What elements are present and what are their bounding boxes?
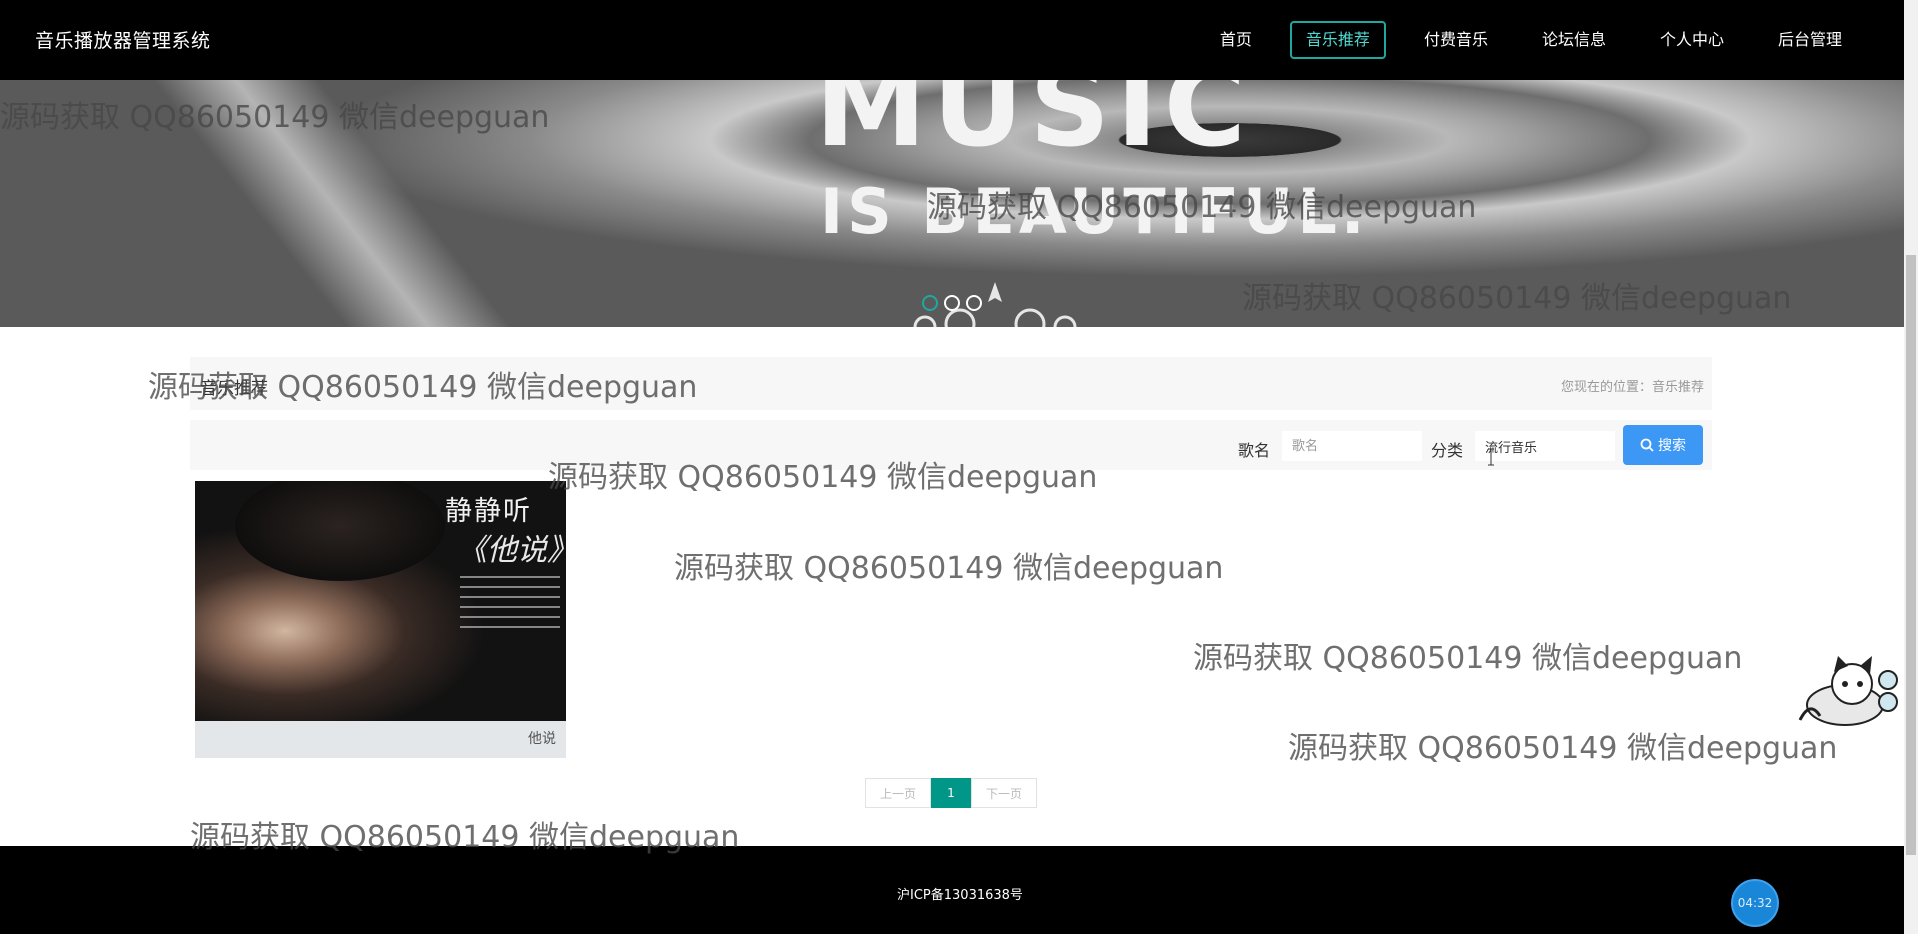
icp-record[interactable]: 沪ICP备13031638号 bbox=[897, 884, 1023, 903]
banner-light-beam bbox=[133, 80, 557, 327]
banner-subline: IS BEAUTIFUL. bbox=[820, 175, 1369, 248]
cat-mascot-icon[interactable] bbox=[1790, 650, 1905, 730]
page-title: 音乐推荐 bbox=[200, 379, 268, 399]
nav-item-profile[interactable]: 个人中心 bbox=[1644, 21, 1740, 59]
watermark-text: 源码获取 QQ86050149 微信deepguan bbox=[1193, 641, 1743, 676]
song-name-label: 歌名 bbox=[1238, 441, 1271, 460]
category-input[interactable] bbox=[1475, 431, 1615, 461]
watermark-text: 源码获取 QQ86050149 微信deepguan bbox=[1288, 731, 1838, 766]
pagination-next-button[interactable]: 下一页 bbox=[971, 778, 1037, 808]
category-label: 分类 bbox=[1431, 441, 1464, 460]
cover-title: 静静听 bbox=[445, 496, 532, 527]
song-card[interactable]: 静静听 《他说》 他说 bbox=[195, 481, 566, 758]
pagination-prev-button[interactable]: 上一页 bbox=[865, 778, 931, 808]
search-button[interactable]: 搜索 bbox=[1623, 425, 1703, 465]
breadcrumb: 您现在的位置：音乐推荐 bbox=[1560, 380, 1704, 395]
pagination-page-1[interactable]: 1 bbox=[931, 778, 971, 808]
main-nav: 首页 音乐推荐 付费音乐 论坛信息 个人中心 后台管理 bbox=[1182, 0, 1858, 80]
song-cover-image[interactable]: 静静听 《他说》 bbox=[195, 481, 566, 721]
clock-widget[interactable]: 04:32 bbox=[1731, 879, 1779, 927]
carousel-dot-2[interactable] bbox=[944, 295, 960, 311]
cover-subtitle: 《他说》 bbox=[457, 533, 566, 568]
section-title-bar bbox=[190, 357, 1712, 410]
scrollbar-thumb[interactable] bbox=[1906, 255, 1916, 855]
page-scrollbar[interactable] bbox=[1904, 0, 1918, 934]
cover-lyric-lines bbox=[460, 576, 560, 636]
carousel-dot-3[interactable] bbox=[966, 295, 982, 311]
watermark-text: 源码获取 QQ86050149 微信deepguan bbox=[674, 551, 1224, 586]
app-title[interactable]: 音乐播放器管理系统 bbox=[35, 26, 211, 53]
top-navbar: 音乐播放器管理系统 首页 音乐推荐 付费音乐 论坛信息 个人中心 后台管理 bbox=[0, 0, 1904, 80]
text-cursor-icon bbox=[1488, 448, 1494, 466]
banner-headline: MUSIC bbox=[815, 80, 1252, 172]
nav-item-music-recommend[interactable]: 音乐推荐 bbox=[1289, 21, 1386, 59]
nav-item-home[interactable]: 首页 bbox=[1204, 21, 1268, 59]
page: 音乐播放器管理系统 首页 音乐推荐 付费音乐 论坛信息 个人中心 后台管理 MU… bbox=[0, 0, 1918, 934]
search-button-label: 搜索 bbox=[1658, 437, 1686, 453]
nav-item-admin[interactable]: 后台管理 bbox=[1762, 21, 1858, 59]
song-card-title[interactable]: 他说 bbox=[528, 728, 556, 748]
search-icon bbox=[1640, 438, 1654, 452]
cover-portrait-hair bbox=[235, 481, 445, 581]
carousel-dots bbox=[922, 295, 982, 311]
nav-item-forum[interactable]: 论坛信息 bbox=[1526, 21, 1622, 59]
nav-item-paid-music[interactable]: 付费音乐 bbox=[1408, 21, 1504, 59]
carousel-dot-1[interactable] bbox=[922, 295, 938, 311]
song-name-input[interactable] bbox=[1282, 431, 1422, 461]
banner-carousel[interactable]: MUSIC IS BEAUTIFUL. bbox=[0, 80, 1904, 327]
pagination: 上一页 1 下一页 bbox=[865, 778, 1037, 808]
